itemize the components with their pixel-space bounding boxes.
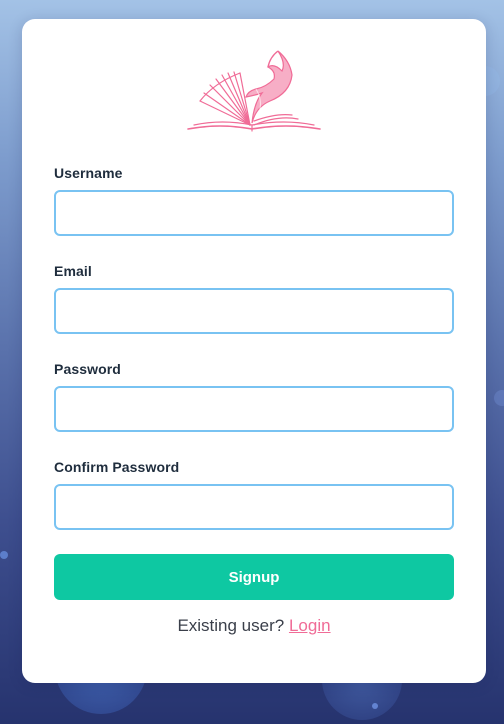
username-input[interactable]: [54, 190, 454, 236]
email-input[interactable]: [54, 288, 454, 334]
book-whale-logo-icon: [187, 50, 321, 132]
background-bubble: [372, 703, 378, 709]
signup-button[interactable]: Signup: [54, 554, 454, 600]
existing-user-prompt: Existing user?: [177, 616, 285, 635]
login-link[interactable]: Login: [289, 616, 331, 635]
background-bubble: [494, 390, 504, 406]
existing-user-line: Existing user? Login: [22, 616, 486, 636]
background-bubble: [0, 551, 8, 559]
username-label: Username: [54, 165, 123, 181]
password-input[interactable]: [54, 386, 454, 432]
email-label: Email: [54, 263, 92, 279]
confirm-password-input[interactable]: [54, 484, 454, 530]
confirm-password-label: Confirm Password: [54, 459, 180, 475]
password-label: Password: [54, 361, 121, 377]
signup-card: Username Email Password Confirm Password…: [22, 19, 486, 683]
